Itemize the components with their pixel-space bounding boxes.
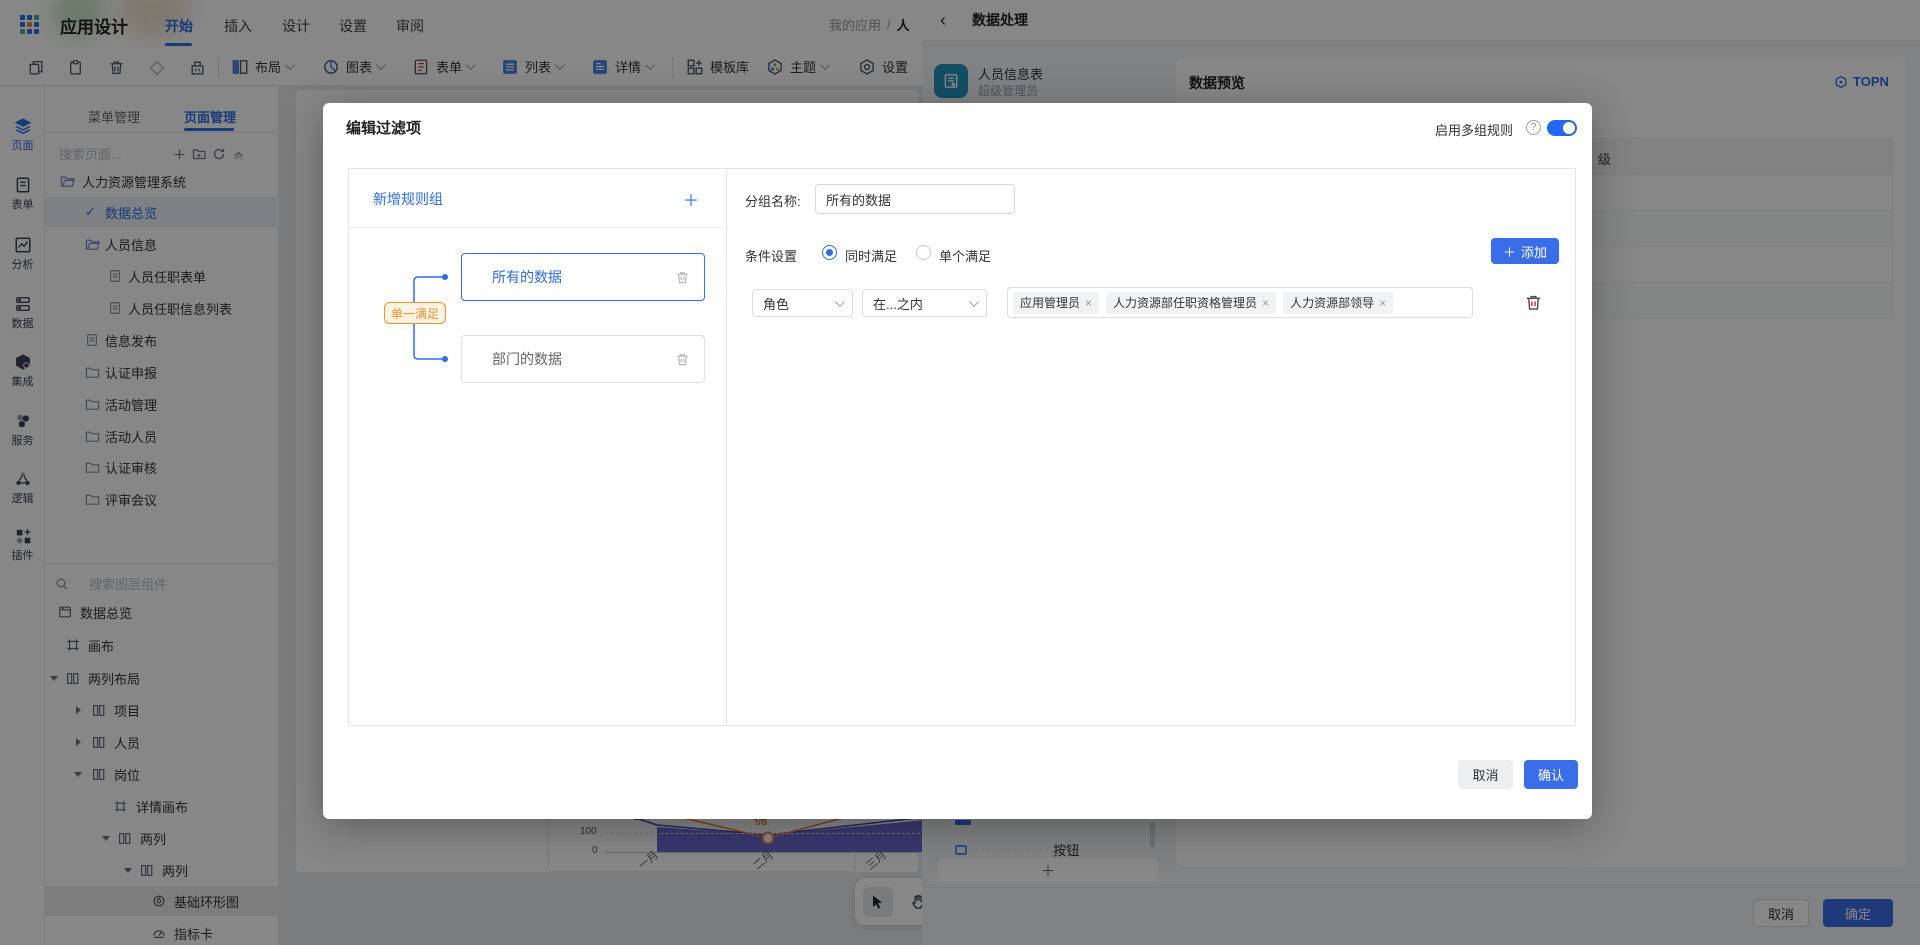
delete-condition-trash-icon[interactable] (1524, 293, 1543, 312)
group-name-input[interactable] (815, 184, 1015, 214)
cancel-label: 取消 (1472, 768, 1499, 783)
tag-hr-leader[interactable]: 人力资源部领导 × (1283, 291, 1394, 314)
tag-hr-qualification-admin[interactable]: 人力资源部任职资格管理员 × (1106, 291, 1277, 314)
rule-label: 所有的数据 (492, 269, 562, 285)
add-condition-button[interactable]: ＋ 添加 (1491, 238, 1559, 264)
add-rule-group-button[interactable]: 新增规则组 (373, 189, 443, 209)
rule-group-pane: 新增规则组 ＋ 单一满足 所有的数据 部门的数据 (349, 169, 727, 725)
rule-label: 部门的数据 (492, 351, 562, 367)
confirm-label: 确认 (1537, 768, 1564, 783)
tag-label: 人力资源部任职资格管理员 (1113, 296, 1258, 310)
add-condition-label: 添加 (1521, 244, 1548, 260)
modal-title: 编辑过滤项 (346, 120, 422, 137)
chevron-down-icon (968, 296, 979, 307)
field-select[interactable]: 角色 (752, 289, 853, 317)
operator-select-value: 在...之内 (873, 296, 923, 312)
group-name-label: 分组名称: (745, 194, 801, 209)
radio-match-all-label[interactable]: 同时满足 (845, 246, 897, 265)
rule-card-dept-data[interactable]: 部门的数据 (461, 335, 705, 383)
condition-setting-label: 条件设置 (745, 249, 798, 264)
add-rule-group-plus-icon[interactable]: ＋ (683, 187, 699, 211)
chevron-down-icon (834, 296, 845, 307)
match-mode-badge[interactable]: 单一满足 (384, 302, 446, 324)
modal-cancel-button[interactable]: 取消 (1458, 760, 1513, 789)
operator-select[interactable]: 在...之内 (862, 289, 987, 317)
radio-match-single[interactable] (916, 245, 931, 260)
tag-label: 应用管理员 (1020, 296, 1081, 310)
modal-content-box: 新增规则组 ＋ 单一满足 所有的数据 部门的数据 分组名称: 所有的数据 条件设… (348, 168, 1576, 726)
trash-icon[interactable] (675, 270, 690, 285)
radio-match-all[interactable] (822, 245, 837, 260)
multi-rule-toggle[interactable] (1547, 120, 1577, 136)
tag-remove-icon[interactable]: × (1262, 296, 1269, 310)
tag-remove-icon[interactable]: × (1085, 296, 1092, 310)
value-multiselect[interactable]: 应用管理员 × 人力资源部任职资格管理员 × 人力资源部领导 × (1007, 287, 1473, 318)
multi-rule-label: 启用多组规则 (1435, 123, 1514, 138)
radio-match-single-label[interactable]: 单个满足 (939, 246, 991, 265)
rule-group-header: 新增规则组 ＋ (349, 169, 726, 228)
plus-icon: ＋ (1502, 244, 1516, 260)
help-glyph: ? (1530, 122, 1537, 133)
tag-label: 人力资源部领导 (1290, 296, 1375, 310)
trash-icon[interactable] (675, 352, 690, 367)
tag-remove-icon[interactable]: × (1379, 296, 1386, 310)
rule-card-all-data[interactable]: 所有的数据 (461, 253, 705, 301)
help-icon[interactable]: ? (1526, 120, 1541, 135)
tag-app-admin[interactable]: 应用管理员 × (1013, 291, 1100, 314)
edit-filter-modal: 编辑过滤项 启用多组规则 ? 新增规则组 ＋ 单一满足 所有的数据 部门的数据 … (323, 103, 1592, 819)
field-select-value: 角色 (763, 296, 790, 312)
modal-confirm-button[interactable]: 确认 (1524, 760, 1578, 789)
application-window: 应用设计 开始 插入 设计 设置 审阅 我的应用 / 人 布局 图表 表单 列表… (0, 0, 1920, 945)
